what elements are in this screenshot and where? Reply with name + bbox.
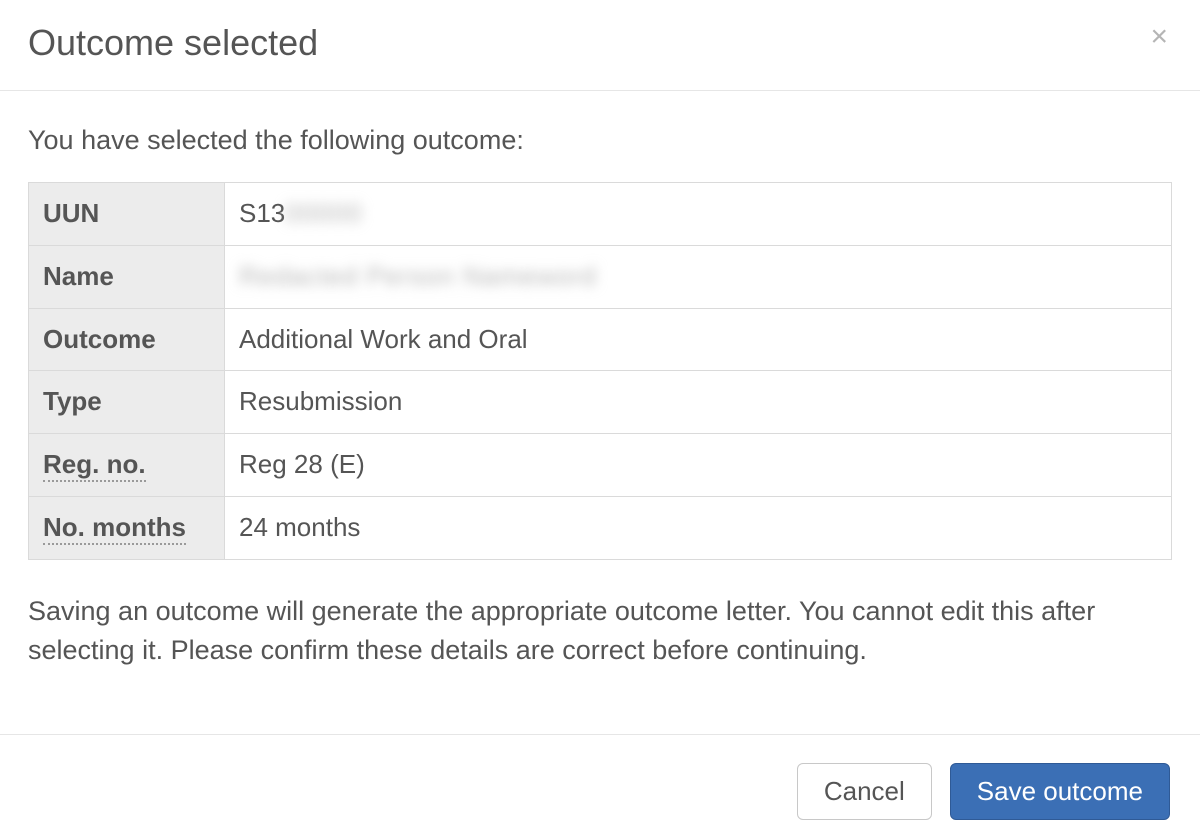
details-table: UUN S1300000 Name Redacted Person Namewo… xyxy=(28,182,1172,560)
uun-label: UUN xyxy=(29,183,225,246)
months-label: No. months xyxy=(29,496,225,559)
outcome-value: Additional Work and Oral xyxy=(225,308,1172,371)
table-row: Reg. no. Reg 28 (E) xyxy=(29,434,1172,497)
table-row: No. months 24 months xyxy=(29,496,1172,559)
cancel-button[interactable]: Cancel xyxy=(797,763,932,820)
table-row: Type Resubmission xyxy=(29,371,1172,434)
modal-footer: Cancel Save outcome xyxy=(0,734,1200,830)
outcome-label: Outcome xyxy=(29,308,225,371)
modal-title: Outcome selected xyxy=(28,22,318,64)
modal-header: Outcome selected × xyxy=(0,0,1200,91)
table-row: Outcome Additional Work and Oral xyxy=(29,308,1172,371)
name-label: Name xyxy=(29,245,225,308)
type-value: Resubmission xyxy=(225,371,1172,434)
uun-value: S1300000 xyxy=(225,183,1172,246)
uun-prefix: S13 xyxy=(239,198,285,228)
months-value: 24 months xyxy=(225,496,1172,559)
table-row: Name Redacted Person Nameword xyxy=(29,245,1172,308)
type-label: Type xyxy=(29,371,225,434)
outcome-selected-modal: Outcome selected × You have selected the… xyxy=(0,0,1200,830)
table-row: UUN S1300000 xyxy=(29,183,1172,246)
close-icon[interactable]: × xyxy=(1146,22,1172,52)
save-outcome-button[interactable]: Save outcome xyxy=(950,763,1170,820)
name-value: Redacted Person Nameword xyxy=(225,245,1172,308)
warning-text: Saving an outcome will generate the appr… xyxy=(28,592,1172,670)
uun-redacted: 00000 xyxy=(285,197,362,231)
regno-value: Reg 28 (E) xyxy=(225,434,1172,497)
intro-text: You have selected the following outcome: xyxy=(28,125,1172,156)
name-redacted: Redacted Person Nameword xyxy=(239,260,597,294)
modal-body: You have selected the following outcome:… xyxy=(0,91,1200,680)
regno-label: Reg. no. xyxy=(29,434,225,497)
